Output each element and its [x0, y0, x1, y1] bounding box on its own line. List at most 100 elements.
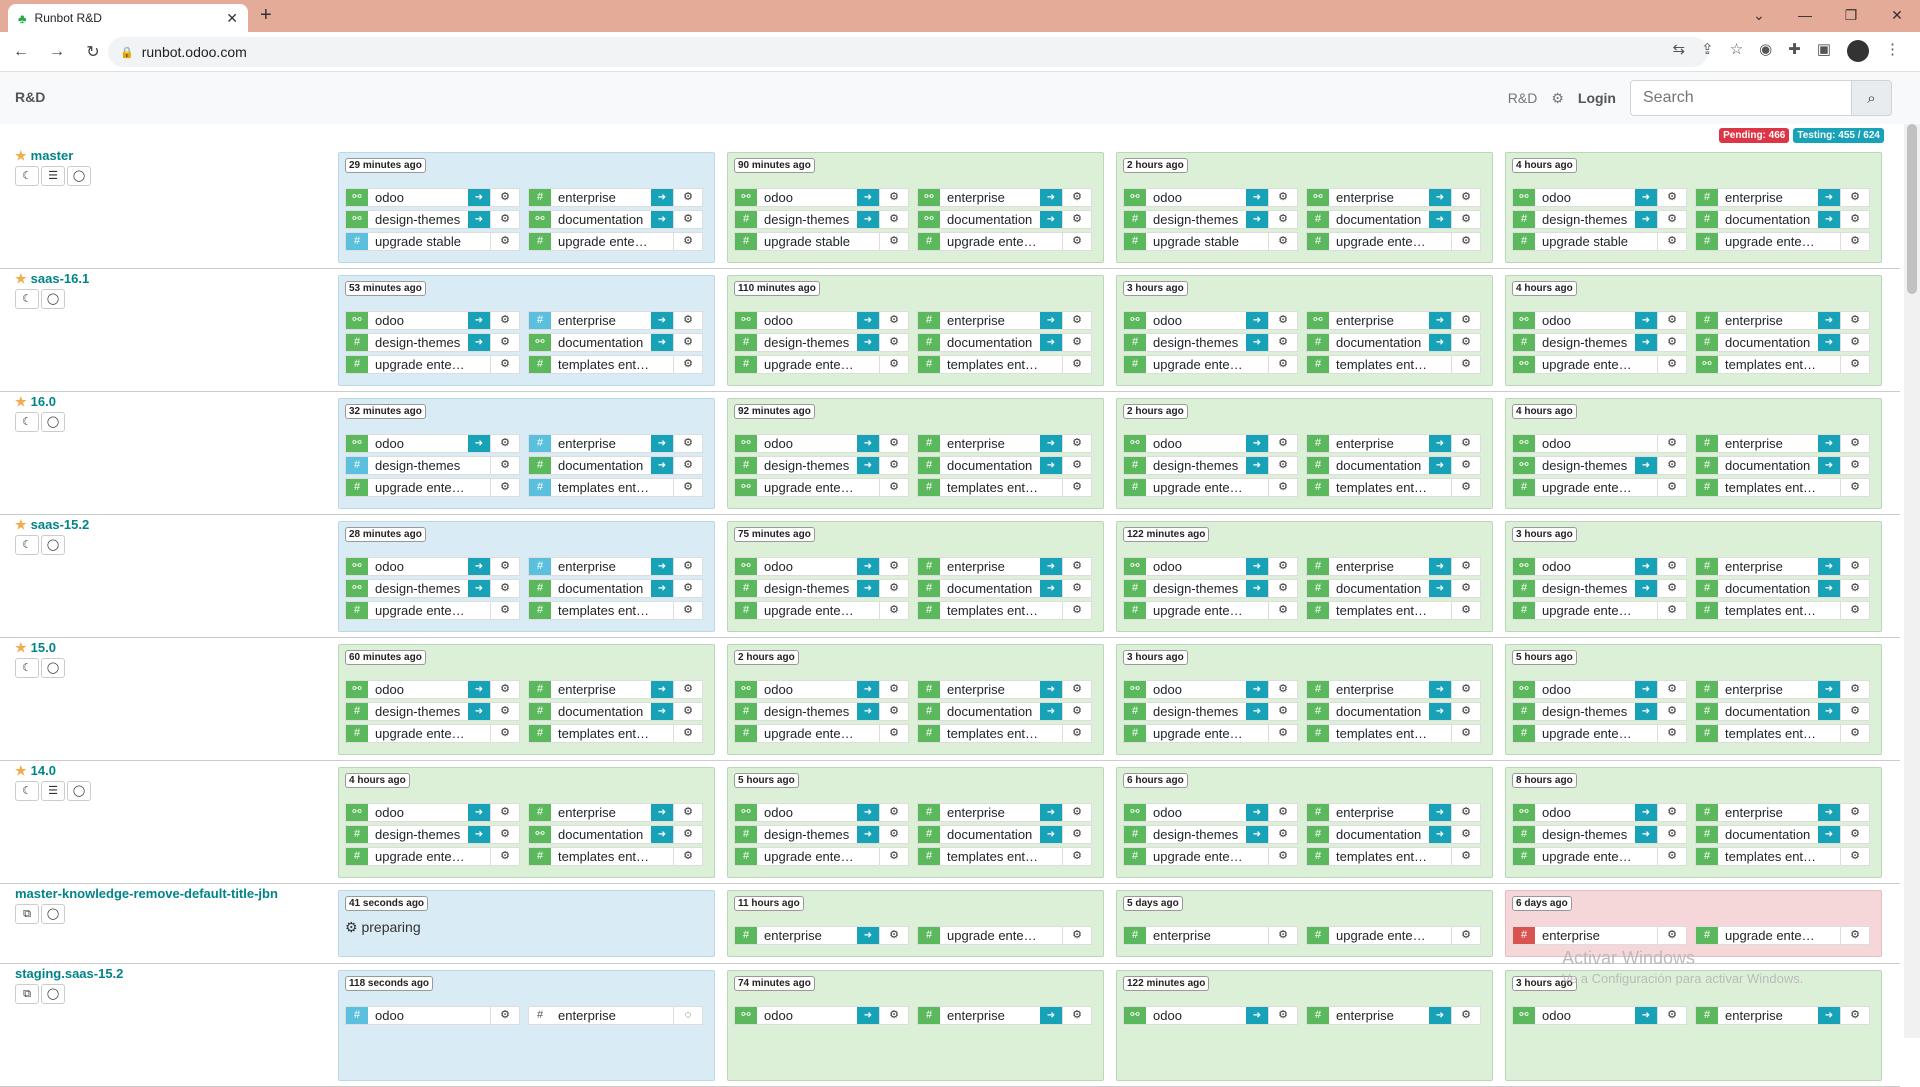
gear-icon[interactable]: ⚙ [673, 804, 702, 821]
gear-icon[interactable]: ⚙ [1840, 312, 1869, 329]
hash-icon[interactable]: # [1307, 233, 1329, 250]
hash-icon[interactable]: # [1124, 211, 1146, 228]
gear-icon[interactable]: ⚙ [490, 312, 519, 329]
link-icon[interactable]: ⚯ [346, 681, 368, 698]
back-icon[interactable]: ← [6, 43, 36, 61]
gear-icon[interactable]: ⚙ [1062, 602, 1091, 619]
hash-icon[interactable]: # [1696, 725, 1718, 742]
link-icon[interactable]: ⚯ [735, 681, 757, 698]
build-slot-name[interactable]: design-themes [757, 211, 857, 228]
gear-icon[interactable]: ⚙ [879, 703, 908, 720]
gear-icon[interactable]: ⚙ [1657, 1007, 1686, 1024]
gear-icon[interactable]: ⚙ [1268, 558, 1297, 575]
build-slot-name[interactable]: design-themes [368, 211, 468, 228]
hash-icon[interactable]: # [1513, 703, 1535, 720]
hash-icon[interactable]: # [346, 1007, 368, 1024]
build-slot-name[interactable]: documentation [1718, 826, 1818, 843]
sign-in-icon[interactable]: ➜ [1040, 703, 1062, 720]
hash-icon[interactable]: # [1696, 312, 1718, 329]
build-slot-name[interactable]: documentation [1718, 334, 1818, 351]
sign-in-icon[interactable]: ➜ [1040, 681, 1062, 698]
build-slot-name[interactable]: upgrade stable [757, 233, 857, 250]
sign-in-icon[interactable]: ➜ [1818, 435, 1840, 452]
build-slot-name[interactable]: odoo [757, 804, 857, 821]
hash-icon[interactable]: # [346, 703, 368, 720]
sign-in-icon[interactable]: ➜ [1429, 211, 1451, 228]
link-icon[interactable]: ⚯ [346, 189, 368, 206]
build-slot-name[interactable]: odoo [757, 189, 857, 206]
sign-in-icon[interactable]: ➜ [468, 558, 490, 575]
build-slot[interactable]: ⚯ enterprise ➜ ⚙ [917, 188, 1092, 207]
hash-icon[interactable]: # [918, 725, 940, 742]
github-icon[interactable]: ◯ [41, 289, 65, 309]
gear-icon[interactable]: ⚙ [1657, 848, 1686, 865]
build-slot[interactable]: # enterprise ➜ ⚙ [1695, 311, 1870, 330]
gear-icon[interactable]: ⚙ [1840, 703, 1869, 720]
sign-in-icon[interactable]: ➜ [651, 211, 673, 228]
gear-icon[interactable]: ⚙ [1840, 725, 1869, 742]
github-icon[interactable]: ◯ [41, 535, 65, 555]
build-slot-name[interactable]: odoo [1535, 1007, 1635, 1024]
build-slot-name[interactable]: odoo [1146, 681, 1246, 698]
hash-icon[interactable]: # [346, 848, 368, 865]
gear-icon[interactable]: ⚙ [1451, 312, 1480, 329]
batch-card[interactable]: 4 hours ago ⚯ odoo ➜ ⚙ # enterprise ➜ ⚙ # design-t… [1505, 275, 1882, 386]
build-slot-name[interactable]: templates enterprise [551, 848, 651, 865]
build-slot[interactable]: # design-themes ➜ ⚙ [734, 456, 909, 475]
gear-icon[interactable]: ⚙ [1840, 356, 1869, 373]
gear-icon[interactable]: ⚙ [879, 826, 908, 843]
gear-icon[interactable]: ⚙ [673, 725, 702, 742]
build-slot[interactable]: #upgrade enterprise ⚙ [1695, 926, 1870, 945]
gear-icon[interactable]: ⚙ [1268, 580, 1297, 597]
hash-icon[interactable]: # [1696, 189, 1718, 206]
build-slot[interactable]: ⚯upgrade enterprise ⚙ [734, 478, 909, 497]
gear-icon[interactable]: ⚙ [879, 312, 908, 329]
hash-icon[interactable]: # [346, 602, 368, 619]
github-icon[interactable]: ◯ [41, 658, 65, 678]
gear-icon[interactable]: ⚙ [1451, 826, 1480, 843]
sign-in-icon[interactable]: ➜ [857, 312, 879, 329]
build-slot-name[interactable]: odoo [1146, 1007, 1246, 1024]
batch-card[interactable]: 11 hours ago # enterprise ➜ ⚙ # upgrade enterp… [727, 890, 1104, 957]
gear-icon[interactable]: ⚙ [879, 602, 908, 619]
gear-icon[interactable]: ⚙ [1268, 927, 1297, 944]
sign-in-icon[interactable]: ➜ [1429, 681, 1451, 698]
gear-icon[interactable]: ⚙ [490, 681, 519, 698]
gear-icon[interactable]: ⚙ [1451, 189, 1480, 206]
hash-icon[interactable]: # [1307, 479, 1329, 496]
build-slot-name[interactable]: documentation [551, 703, 651, 720]
hash-icon[interactable]: # [918, 479, 940, 496]
login-link[interactable]: Login [1578, 90, 1616, 106]
batch-card[interactable]: 74 minutes ago ⚯ odoo ➜ ⚙ # enterprise ➜ ⚙ [727, 970, 1104, 1081]
build-slot-name[interactable]: odoo [1535, 312, 1635, 329]
link-icon[interactable]: ⚯ [735, 1007, 757, 1024]
build-slot-name[interactable]: upgrade enterprise [940, 233, 1040, 250]
list-icon[interactable]: ☰ [41, 166, 65, 186]
link-icon[interactable]: ⚯ [1124, 435, 1146, 452]
hash-icon[interactable]: # [918, 1007, 940, 1024]
gear-icon[interactable]: ⚙ [1657, 312, 1686, 329]
build-slot-name[interactable]: templates enterprise [1329, 725, 1429, 742]
project-link[interactable]: R&D [1508, 90, 1538, 106]
link-icon[interactable]: ⚯ [735, 804, 757, 821]
gear-icon[interactable]: ⚙ [1062, 312, 1091, 329]
build-slot-name[interactable]: templates enterprise [551, 725, 651, 742]
url-field[interactable]: 🔒 runbot.odoo.com [108, 37, 1708, 67]
batch-card[interactable]: 122 minutes ago ⚯ odoo ➜ ⚙ # enterprise ➜ ⚙ # desi… [1116, 521, 1493, 632]
build-slot[interactable]: ⚯ design-themes ➜ ⚙ [345, 579, 520, 598]
gear-icon[interactable]: ⚙ [673, 681, 702, 698]
build-slot-name[interactable]: documentation [551, 334, 651, 351]
gear-icon[interactable]: ⚙ [490, 435, 519, 452]
build-slot-name[interactable]: design-themes [757, 826, 857, 843]
build-slot[interactable]: #upgrade enterprise ⚙ [345, 355, 520, 374]
hash-icon[interactable]: # [346, 356, 368, 373]
build-slot[interactable]: #templates enterprise ⚙ [917, 847, 1092, 866]
build-slot[interactable]: # enterprise ➜ ⚙ [1695, 557, 1870, 576]
sign-in-icon[interactable]: ➜ [1635, 312, 1657, 329]
gear-icon[interactable]: ⚙ [490, 233, 519, 250]
build-slot-name[interactable]: documentation [1329, 826, 1429, 843]
build-slot-name[interactable]: documentation [1329, 457, 1429, 474]
brand[interactable]: R&D [15, 89, 45, 105]
build-slot-name[interactable]: design-themes [368, 580, 468, 597]
gear-icon[interactable]: ⚙ [1268, 312, 1297, 329]
